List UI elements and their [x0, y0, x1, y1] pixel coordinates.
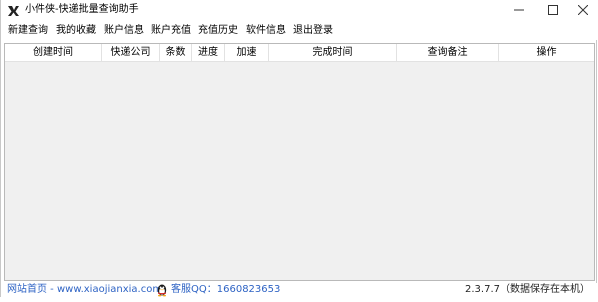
menu-logout[interactable]: 退出登录: [293, 24, 333, 38]
title-bar[interactable]: 小件侠-快递批量查询助手: [1, 0, 598, 21]
menu-favorites[interactable]: 我的收藏: [56, 24, 96, 38]
version-info: 2.3.7.7（数据保存在本机）: [465, 284, 590, 295]
customer-service-qq[interactable]: 客服QQ：1660823653: [171, 283, 280, 297]
column-header-query-note[interactable]: 查询备注: [397, 44, 499, 61]
menu-bar: 新建查询 我的收藏 账户信息 账户充值 充值历史 软件信息 退出登录: [1, 21, 598, 40]
column-header-finish-time[interactable]: 完成时间: [269, 44, 397, 61]
close-icon: [578, 5, 588, 15]
maximize-icon: [548, 5, 558, 15]
menu-software-info[interactable]: 软件信息: [246, 24, 286, 38]
minimize-icon: [514, 9, 524, 11]
column-header-count[interactable]: 条数: [160, 44, 192, 61]
window-title: 小件侠-快递批量查询助手: [25, 4, 139, 15]
app-logo-icon: [7, 4, 20, 17]
qq-penguin-icon: [155, 283, 169, 297]
menu-account-info[interactable]: 账户信息: [104, 24, 144, 38]
website-link[interactable]: 网站首页 - www.xiaojianxia.com: [7, 283, 162, 297]
column-header-accelerate[interactable]: 加速: [225, 44, 269, 61]
menu-account-recharge[interactable]: 账户充值: [151, 24, 191, 38]
column-header-actions[interactable]: 操作: [499, 44, 594, 61]
column-header-created-time[interactable]: 创建时间: [5, 44, 102, 61]
table-body[interactable]: [5, 62, 594, 280]
table-header: 创建时间 快递公司 条数 进度 加速 完成时间 查询备注 操作: [5, 44, 594, 62]
close-button[interactable]: [565, 0, 598, 21]
app-window: 小件侠-快递批量查询助手 新建查询 我的收藏 账户信息 账户充值 充值历史 软件…: [0, 0, 598, 297]
query-table[interactable]: 创建时间 快递公司 条数 进度 加速 完成时间 查询备注 操作: [4, 43, 595, 281]
menu-recharge-history[interactable]: 充值历史: [198, 24, 238, 38]
column-header-progress[interactable]: 进度: [192, 44, 225, 61]
menu-new-query[interactable]: 新建查询: [8, 24, 48, 38]
status-bar: 网站首页 - www.xiaojianxia.com 客服QQ：16608236…: [1, 283, 598, 297]
column-header-courier[interactable]: 快递公司: [102, 44, 160, 61]
minimize-button[interactable]: [501, 0, 537, 21]
